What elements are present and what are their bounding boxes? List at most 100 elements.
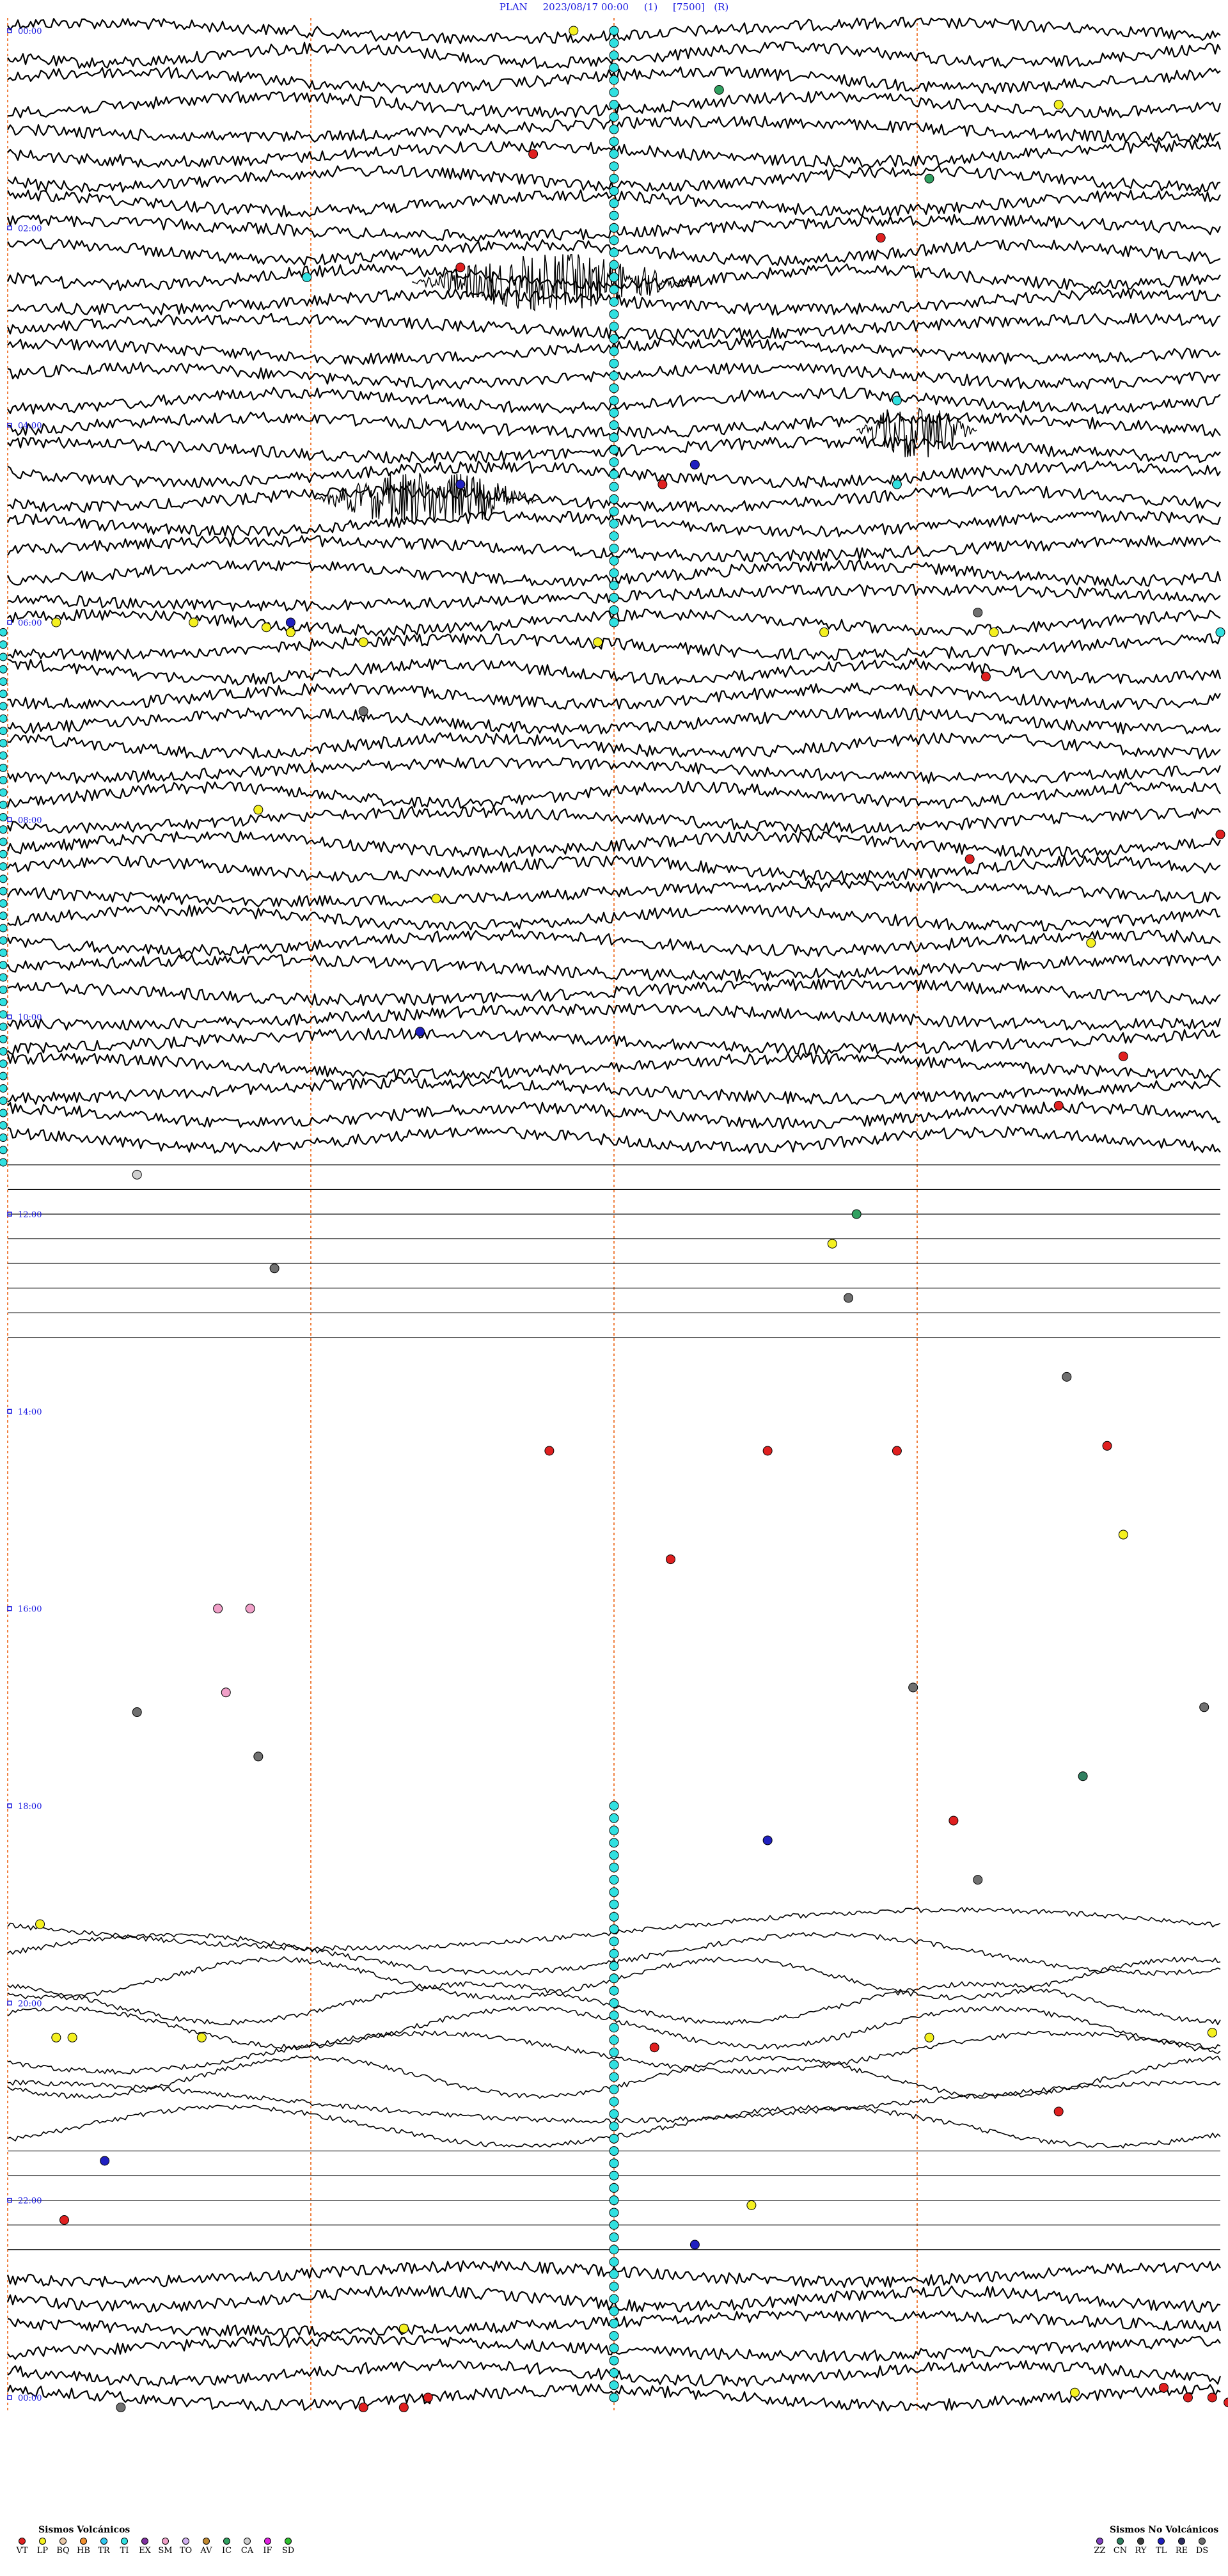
event-marker-ti	[609, 543, 619, 553]
event-marker-ti	[609, 2355, 619, 2366]
event-marker-vt	[358, 2402, 368, 2412]
event-marker-ti	[609, 457, 619, 467]
hour-label-1600: 16:00	[18, 1605, 42, 1615]
event-marker-lp	[1053, 100, 1064, 110]
event-marker-ti	[609, 2257, 619, 2267]
legend-volcanic-ic: IC	[217, 2538, 236, 2556]
legend-nonvolcanic-dot-ds	[1199, 2538, 1206, 2545]
event-marker-ti	[609, 1986, 619, 1996]
legend-nonvolcanic-ry: RY	[1131, 2538, 1150, 2556]
event-marker-ti	[609, 580, 619, 590]
legend-volcanic-code-lp: LP	[36, 2546, 49, 2556]
legend-nonvolcanic-code-re: RE	[1175, 2546, 1188, 2556]
legend-volcanic-dot-ti	[121, 2538, 128, 2545]
event-marker-ti	[609, 309, 619, 319]
event-marker-vt	[665, 1554, 675, 1565]
event-marker-ti	[0, 751, 8, 760]
legend-volcanic-dot-sd	[285, 2538, 292, 2545]
event-marker-ti	[0, 1109, 8, 1118]
event-marker-ti	[609, 1924, 619, 1934]
event-marker-vt	[423, 2392, 433, 2403]
event-marker-ti	[0, 652, 8, 661]
event-marker-ic	[851, 1209, 862, 1219]
event-marker-lp	[924, 2032, 934, 2043]
event-marker-vt	[964, 854, 975, 864]
event-marker-ti	[0, 837, 8, 846]
event-marker-ti	[609, 2146, 619, 2156]
event-marker-ti	[609, 2220, 619, 2230]
event-marker-vt	[1053, 2106, 1064, 2117]
hour-label-0000: 00:00	[18, 2394, 42, 2403]
event-marker-ti	[609, 2380, 619, 2390]
hour-label-0000: 00:00	[18, 27, 42, 36]
event-marker-ds	[1062, 1371, 1072, 1382]
event-marker-vt	[455, 262, 466, 273]
event-marker-ti	[609, 1887, 619, 1897]
legend-volcanic-code-bq: BQ	[56, 2546, 70, 2556]
event-marker-ds	[973, 1875, 983, 1885]
event-marker-sm	[245, 1604, 255, 1614]
event-marker-ti	[0, 776, 8, 785]
event-marker-ti	[609, 2318, 619, 2328]
event-marker-lp	[431, 894, 441, 904]
event-marker-ds	[1199, 1702, 1209, 1712]
event-marker-ti	[609, 2183, 619, 2193]
event-marker-ti	[609, 112, 619, 122]
event-marker-ti	[609, 592, 619, 603]
event-marker-ti	[609, 1936, 619, 1947]
event-marker-tl	[455, 479, 466, 489]
event-marker-tl	[100, 2156, 110, 2166]
event-marker-ti	[609, 161, 619, 171]
event-marker-ti	[609, 1838, 619, 1848]
event-marker-ti	[609, 322, 619, 331]
event-marker-ti	[609, 420, 619, 431]
event-marker-ti	[0, 887, 8, 896]
legend-volcanic-lp: LP	[33, 2538, 52, 2556]
legend-volcanic-code-ca: CA	[240, 2546, 254, 2556]
event-marker-ti	[609, 1801, 619, 1811]
event-marker-ti	[609, 2035, 619, 2045]
legend-volcanic-av: AV	[197, 2538, 216, 2556]
hour-label-1400: 14:00	[18, 1407, 42, 1417]
legend-volcanic-bq: BQ	[54, 2538, 72, 2556]
event-marker-ti	[0, 973, 8, 982]
event-marker-ti	[609, 223, 619, 233]
event-marker-ti	[0, 1010, 8, 1019]
event-marker-ti	[0, 961, 8, 970]
event-marker-ti	[0, 812, 8, 821]
legend-volcanic-code-to: TO	[179, 2546, 193, 2556]
event-marker-vt	[876, 233, 886, 243]
event-marker-ti	[609, 2306, 619, 2316]
event-marker-ti	[0, 690, 8, 699]
event-marker-ti	[609, 358, 619, 368]
event-marker-ti	[609, 1850, 619, 1860]
legend-volcanic-if: IF	[258, 2538, 277, 2556]
legend-volcanic-dot-ca	[244, 2538, 251, 2545]
event-marker-lp	[1069, 2387, 1080, 2398]
event-marker-vt	[1118, 1051, 1128, 1061]
hour-labels: 00:00 02:00 04:00 06:00 08:00 10:00 12:00 14:00…	[7, 27, 42, 2403]
event-marker-lp	[398, 2323, 409, 2334]
event-marker-ti	[0, 800, 8, 809]
event-marker-ti	[609, 285, 619, 295]
event-marker-ti	[609, 605, 619, 615]
event-marker-ti	[609, 2392, 619, 2403]
event-marker-ti	[609, 149, 619, 159]
event-marker-ds	[844, 1293, 854, 1303]
legend-nonvolcanic-heading: Sismos No Volcánicos	[1110, 2525, 1219, 2535]
legend-volcanic-dot-av	[203, 2538, 210, 2545]
legend-nonvolcanic-code-tl: TL	[1155, 2546, 1167, 2556]
event-marker-ti	[609, 2331, 619, 2341]
event-marker-ti	[609, 2121, 619, 2131]
event-marker-ti	[1215, 627, 1225, 637]
legend-volcanic-ca: CA	[238, 2538, 256, 2556]
event-marker-ti	[609, 2208, 619, 2218]
event-marker-ti	[0, 702, 8, 711]
event-marker-ti	[609, 87, 619, 97]
legend-volcanic-code-sd: SD	[281, 2546, 295, 2556]
event-marker-vt	[980, 672, 991, 682]
legend-volcanic-vt: VT	[13, 2538, 31, 2556]
event-marker-lp	[819, 627, 830, 637]
legend-volcanic-dot-ic	[223, 2538, 230, 2545]
event-marker-ti	[609, 100, 619, 110]
